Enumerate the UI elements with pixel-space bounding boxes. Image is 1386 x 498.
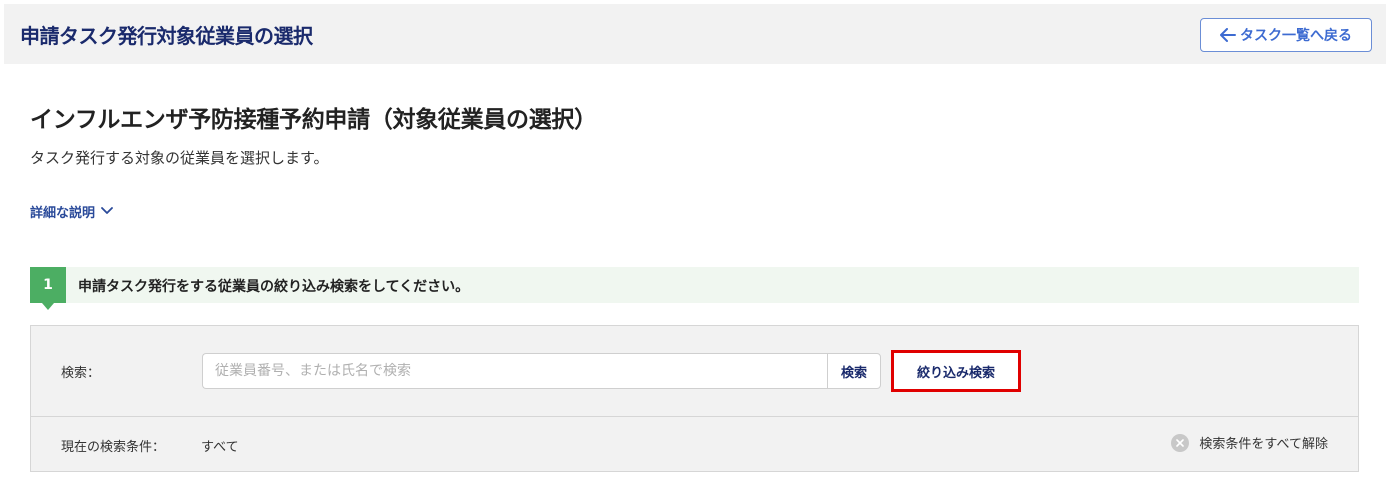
arrow-left-icon [1220, 28, 1236, 42]
step-number-badge: 1 [30, 267, 66, 303]
current-condition-value: すべて [201, 440, 239, 455]
clear-conditions-link[interactable]: 検索条件をすべて解除 [1171, 433, 1328, 452]
header-title: 申請タスク発行対象従業員の選択 [20, 24, 313, 48]
page-description: タスク発行する対象の従業員を選択します。 [30, 149, 329, 167]
chevron-down-icon [101, 204, 113, 219]
page-title: インフルエンザ予防接種予約申請（対象従業員の選択） [30, 107, 597, 133]
step-badge-tail [42, 303, 54, 310]
current-condition-label: 現在の検索条件： [61, 440, 166, 455]
detail-description-toggle[interactable]: 詳細な説明 [30, 202, 113, 221]
search-input[interactable] [202, 353, 827, 389]
panel-divider [31, 416, 1358, 417]
search-label: 検索： [61, 366, 101, 381]
back-button-label: タスク一覧へ戻る [1240, 28, 1352, 44]
clear-conditions-label: 検索条件をすべて解除 [1199, 437, 1328, 452]
step-instruction-text: 申請タスク発行をする従業員の絞り込み検索をしてください。 [78, 279, 470, 295]
back-to-task-list-button[interactable]: タスク一覧へ戻る [1200, 18, 1372, 52]
close-circle-icon [1171, 433, 1190, 452]
step-instruction-bar: 1 申請タスク発行をする従業員の絞り込み検索をしてください。 [30, 267, 1359, 310]
search-panel: 検索： 検索 絞り込み検索 現在の検索条件： すべて 検索条件をすべて解除 [30, 325, 1359, 472]
page-header: 申請タスク発行対象従業員の選択 タスク一覧へ戻る [4, 4, 1386, 64]
filter-search-button[interactable]: 絞り込み検索 [891, 350, 1021, 392]
detail-link-label: 詳細な説明 [30, 206, 96, 221]
search-button[interactable]: 検索 [827, 353, 881, 389]
